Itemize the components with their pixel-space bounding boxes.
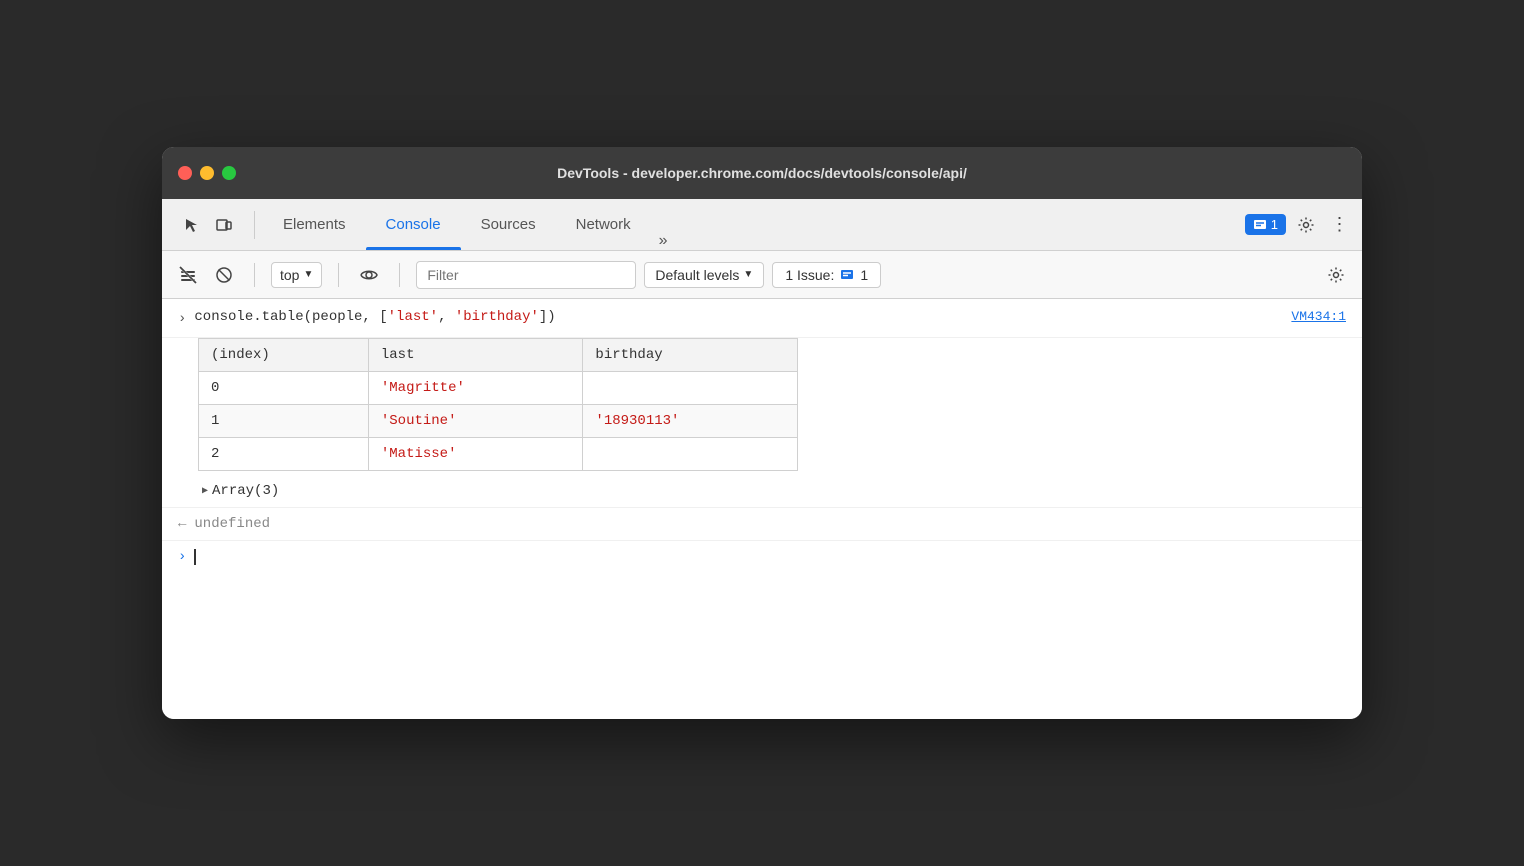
cell-last-2: 'Matisse' — [368, 438, 583, 471]
traffic-lights — [178, 166, 236, 180]
clear-icon — [179, 266, 197, 284]
gear-icon — [1297, 216, 1315, 234]
maximize-button[interactable] — [222, 166, 236, 180]
device-toolbar-icon[interactable] — [210, 211, 238, 239]
filter-input[interactable] — [416, 261, 636, 289]
col-header-last: last — [368, 339, 583, 372]
console-command-text: console.table(people, ['last', 'birthday… — [194, 309, 555, 325]
tab-network[interactable]: Network — [556, 199, 651, 250]
tab-bar-left-icons — [170, 211, 246, 239]
log-levels-selector[interactable]: Default levels ▼ — [644, 262, 764, 288]
console-output: › console.table(people, ['last', 'birthd… — [162, 299, 1362, 719]
watch-expressions-icon — [360, 266, 378, 284]
tab-console[interactable]: Console — [366, 199, 461, 250]
console-table-wrapper: (index) last birthday 0 'Magritte' 1 'So… — [162, 338, 1362, 507]
cell-index-2: 2 — [199, 438, 369, 471]
array-label: Array(3) — [212, 483, 279, 499]
eye-icon[interactable] — [355, 261, 383, 289]
table-row: 1 'Soutine' '18930113' — [199, 405, 798, 438]
cell-birthday-2 — [583, 438, 798, 471]
console-table: (index) last birthday 0 'Magritte' 1 'So… — [198, 338, 798, 471]
text-cursor — [194, 549, 196, 565]
col-header-birthday: birthday — [583, 339, 798, 372]
tabs: Elements Console Sources Network » — [263, 199, 676, 250]
tab-divider — [254, 211, 255, 239]
console-toolbar: top ▼ Default levels ▼ 1 Issue: 1 — [162, 251, 1362, 299]
more-tabs-button[interactable]: » — [651, 232, 676, 250]
tab-right-icons: 1 ⋮ — [1245, 211, 1354, 239]
cell-birthday-1: '18930113' — [583, 405, 798, 438]
triangle-icon: ▶ — [202, 485, 208, 497]
return-arrow-icon: ← — [178, 516, 186, 532]
more-options-icon[interactable]: ⋮ — [1326, 211, 1354, 239]
console-input-row[interactable]: › — [162, 540, 1362, 573]
tab-bar: Elements Console Sources Network » 1 — [162, 199, 1362, 251]
cell-index-1: 1 — [199, 405, 369, 438]
table-row: 0 'Magritte' — [199, 372, 798, 405]
window-title: DevTools - developer.chrome.com/docs/dev… — [557, 165, 967, 181]
inspect-element-icon[interactable] — [178, 211, 206, 239]
array-expandable[interactable]: ▶ Array(3) — [198, 479, 1346, 507]
close-button[interactable] — [178, 166, 192, 180]
toolbar-divider2 — [338, 263, 339, 287]
return-value: undefined — [194, 516, 270, 532]
issues-counter[interactable]: 1 Issue: 1 — [772, 262, 881, 288]
dropdown-arrow-icon: ▼ — [303, 269, 313, 280]
cell-last-0: 'Magritte' — [368, 372, 583, 405]
context-selector[interactable]: top ▼ — [271, 262, 322, 288]
cell-birthday-0 — [583, 372, 798, 405]
console-settings-icon[interactable] — [1322, 261, 1350, 289]
return-value-row: ← undefined — [162, 507, 1362, 540]
console-command-row: › console.table(people, ['last', 'birthd… — [162, 299, 1362, 338]
message-icon — [1253, 219, 1267, 231]
expand-icon[interactable]: › — [178, 311, 186, 327]
settings-icon[interactable] — [1292, 211, 1320, 239]
levels-dropdown-icon: ▼ — [743, 269, 753, 280]
devtools-window: DevTools - developer.chrome.com/docs/dev… — [162, 147, 1362, 719]
title-bar: DevTools - developer.chrome.com/docs/dev… — [162, 147, 1362, 199]
message-badge[interactable]: 1 — [1245, 214, 1286, 235]
col-header-index: (index) — [199, 339, 369, 372]
settings-gear-icon — [1327, 266, 1345, 284]
toolbar-divider3 — [399, 263, 400, 287]
block-network-button[interactable] — [210, 261, 238, 289]
vm-link[interactable]: VM434:1 — [1291, 309, 1346, 324]
issue-message-icon — [840, 269, 854, 281]
toolbar-divider — [254, 263, 255, 287]
minimize-button[interactable] — [200, 166, 214, 180]
cell-index-0: 0 — [199, 372, 369, 405]
tab-elements[interactable]: Elements — [263, 199, 366, 250]
tab-sources[interactable]: Sources — [461, 199, 556, 250]
clear-console-button[interactable] — [174, 261, 202, 289]
table-row: 2 'Matisse' — [199, 438, 798, 471]
cell-last-1: 'Soutine' — [368, 405, 583, 438]
input-prompt-icon: › — [178, 549, 186, 565]
block-icon — [215, 266, 233, 284]
